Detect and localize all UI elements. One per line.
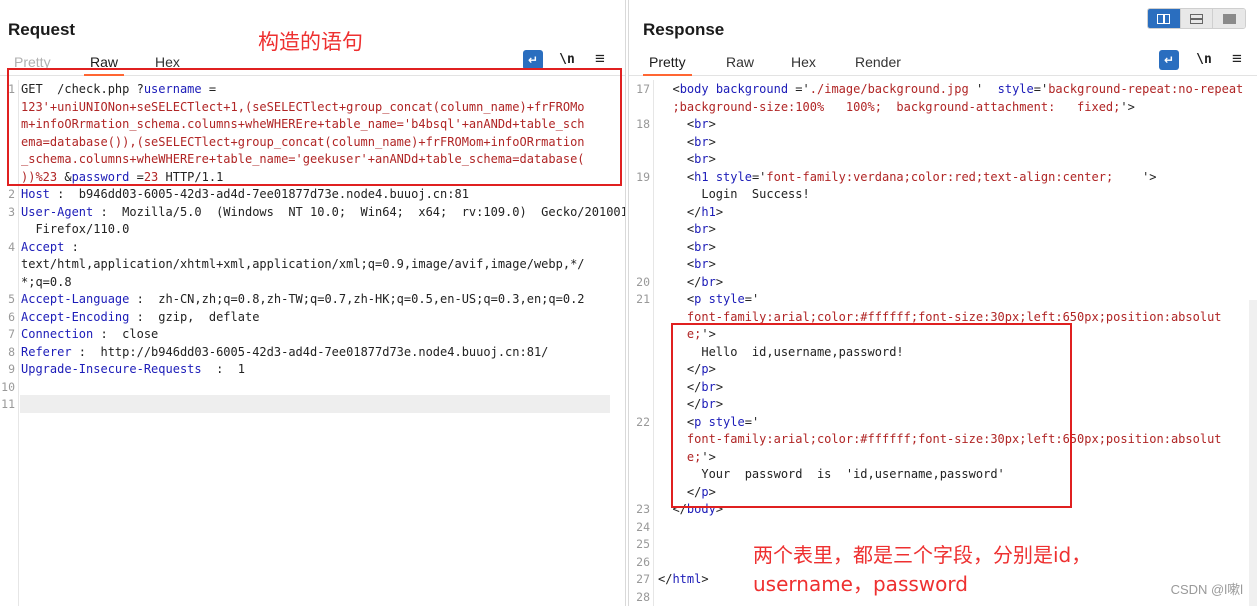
split-vertical-button[interactable] [1148,9,1180,28]
response-title: Response [643,20,725,39]
request-highlight-box [7,68,622,186]
code-line: ;background-size:100% 100%; background-a… [658,99,1135,114]
line-number: 10 [1,379,15,394]
code-line: <br> [658,117,716,131]
line-number: 17 [636,82,650,96]
code-line: Login Success! [658,187,810,201]
line-number: 28 [636,589,650,604]
split-horizontal-button[interactable] [1179,9,1213,28]
code-line: Host : b946dd03-6005-42d3-ad4d-7ee01877d… [21,187,469,201]
line-number: 18 [636,117,650,131]
code-line: text/html,application/xhtml+xml,applicat… [21,257,585,271]
code-line: Accept : [21,239,79,254]
single-pane-button[interactable] [1212,9,1245,28]
code-line: </h1> [658,204,724,219]
response-pane: Response Pretty Raw Hex Render ↵ \n ≡ 17… [628,0,1257,606]
line-number: 6 [8,309,15,324]
line-number: 21 [636,292,650,306]
code-line: Connection : close [21,327,159,341]
line-number: 19 [636,169,650,184]
code-line: <br> [658,257,716,271]
code-line: Accept-Language : zh-CN,zh;q=0.8,zh-TW;q… [21,292,585,306]
line-number: 9 [8,362,15,376]
line-number: 25 [636,537,650,551]
menu-icon[interactable]: ≡ [1229,50,1245,70]
line-number: 26 [636,554,650,569]
code-line: </html> [658,572,709,586]
code-line: *;q=0.8 [21,274,72,289]
line-number: 7 [8,327,15,341]
layout-toggle [1147,8,1246,29]
code-line: <br> [658,222,716,236]
code-line: Referer : http://b946dd03-6005-42d3-ad4d… [21,344,549,359]
watermark: CSDN @l嗽l [1170,582,1243,597]
response-annotation-line2: username，password [753,572,968,596]
code-line: Firefox/110.0 [21,222,130,236]
code-line: <br> [658,239,716,254]
split-vertical-icon [1157,13,1171,24]
split-horizontal-icon [1190,13,1203,24]
line-number: 3 [8,204,15,219]
response-annotation-line1: 两个表里，都是三个字段，分别是id， [753,543,1092,567]
show-newlines-icon[interactable]: \n [558,50,576,70]
show-newlines-icon[interactable]: \n [1195,50,1213,70]
response-highlight-box [671,323,1072,508]
line-number: 5 [8,292,15,306]
vertical-scrollbar[interactable] [1249,300,1257,606]
line-number: 23 [636,502,650,516]
line-number: 22 [636,414,650,429]
code-line: <h1 style='font-family:verdana;color:red… [658,169,1157,184]
tab-raw[interactable]: Raw [726,54,754,70]
code-line: </br> [658,274,724,289]
line-number: 8 [8,344,15,359]
line-number: 2 [8,187,15,201]
request-annotation: 构造的语句 [258,30,363,54]
code-line: <br> [658,152,716,166]
line-number: 27 [636,572,650,586]
line-number: 11 [1,397,15,411]
code-line: <body background ='./image/background.jp… [658,82,1244,96]
wrap-lines-icon[interactable]: ↵ [523,50,543,70]
code-line: <p style=' [658,292,760,306]
menu-icon[interactable]: ≡ [592,50,608,70]
single-pane-icon [1222,13,1236,24]
line-number: 20 [636,274,650,289]
current-line-highlight [20,395,610,413]
wrap-lines-icon[interactable]: ↵ [1159,50,1179,70]
line-number: 4 [8,239,15,254]
code-line: Upgrade-Insecure-Requests : 1 [21,362,245,376]
line-number: 24 [636,519,650,534]
request-title: Request [8,20,76,39]
tab-hex[interactable]: Hex [791,54,816,70]
tab-render[interactable]: Render [855,54,901,70]
tab-pretty[interactable]: Pretty [643,54,692,76]
code-line: User-Agent : Mozilla/5.0 (Windows NT 10.… [21,204,626,219]
code-line: Accept-Encoding : gzip, deflate [21,309,260,324]
code-line: <br> [658,134,716,149]
